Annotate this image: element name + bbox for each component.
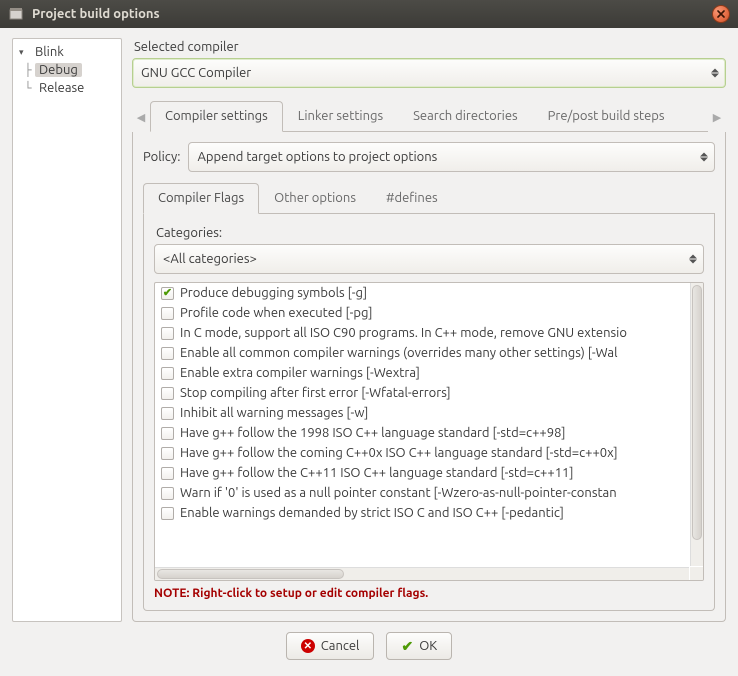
flag-row[interactable]: Stop compiling after first error [-Wfata…	[155, 383, 689, 403]
vertical-scrollbar[interactable]	[690, 283, 703, 566]
sub-tab[interactable]: Other options	[259, 183, 371, 214]
flag-checkbox[interactable]	[161, 287, 174, 300]
horizontal-scrollbar[interactable]	[155, 567, 689, 580]
flag-label: Stop compiling after first error [-Wfata…	[180, 386, 451, 400]
flag-row[interactable]: Have g++ follow the 1998 ISO C++ languag…	[155, 423, 689, 443]
flag-label: Enable all common compiler warnings (ove…	[180, 346, 618, 360]
flag-row[interactable]: Inhibit all warning messages [-w]	[155, 403, 689, 423]
flag-checkbox[interactable]	[161, 487, 174, 500]
flag-checkbox[interactable]	[161, 507, 174, 520]
categories-select[interactable]: <All categories>	[154, 244, 704, 274]
flag-label: Warn if '0' is used as a null pointer co…	[180, 486, 617, 500]
titlebar: Project build options	[0, 0, 738, 28]
flag-row[interactable]: Have g++ follow the coming C++0x ISO C++…	[155, 443, 689, 463]
flag-row[interactable]: Produce debugging symbols [-g]	[155, 283, 689, 303]
flag-checkbox[interactable]	[161, 447, 174, 460]
flag-label: Have g++ follow the 1998 ISO C++ languag…	[180, 426, 566, 440]
spinner-icon	[711, 69, 719, 78]
main-tab[interactable]: Search directories	[398, 101, 533, 132]
target-tree[interactable]: ▾ Blink ├Debug└Release	[12, 38, 122, 622]
app-icon	[8, 6, 24, 22]
cancel-icon: ✕	[301, 639, 315, 653]
ok-icon: ✔	[401, 638, 413, 655]
close-button[interactable]	[712, 5, 730, 23]
compiler-value: GNU GCC Compiler	[141, 66, 251, 80]
sub-tab[interactable]: #defines	[371, 183, 453, 214]
close-icon	[717, 10, 725, 18]
tree-label: Release	[35, 81, 88, 95]
tree-item-child[interactable]: └Release	[17, 79, 121, 97]
spinner-icon	[689, 255, 697, 264]
tree-item-child[interactable]: ├Debug	[17, 61, 121, 79]
flag-checkbox[interactable]	[161, 427, 174, 440]
flag-row[interactable]: Warn if '0' is used as a null pointer co…	[155, 483, 689, 503]
flag-row[interactable]: Enable all common compiler warnings (ove…	[155, 343, 689, 363]
main-tab[interactable]: Linker settings	[283, 101, 398, 132]
main-tab[interactable]: Pre/post build steps	[533, 101, 680, 132]
ok-label: OK	[419, 639, 437, 653]
collapse-icon[interactable]: ▾	[19, 47, 29, 58]
flags-list: Produce debugging symbols [-g] Profile co…	[154, 282, 704, 581]
window-title: Project build options	[32, 7, 704, 21]
policy-select[interactable]: Append target options to project options	[188, 142, 715, 172]
main-tab[interactable]: Compiler settings	[150, 101, 283, 132]
flag-label: Have g++ follow the C++11 ISO C++ langua…	[180, 466, 574, 480]
flag-label: Profile code when executed [-pg]	[180, 306, 373, 320]
sub-tab[interactable]: Compiler Flags	[143, 183, 259, 214]
flag-row[interactable]: Enable warnings demanded by strict ISO C…	[155, 503, 689, 523]
tree-label: Debug	[35, 63, 82, 77]
ok-button[interactable]: ✔ OK	[386, 632, 452, 660]
flag-label: Inhibit all warning messages [-w]	[180, 406, 368, 420]
flag-checkbox[interactable]	[161, 327, 174, 340]
flag-label: Have g++ follow the coming C++0x ISO C++…	[180, 446, 618, 460]
tab-scroll-right[interactable]: ▶	[708, 102, 726, 132]
flag-row[interactable]: In C mode, support all ISO C90 programs.…	[155, 323, 689, 343]
tree-label: Blink	[31, 45, 68, 59]
flag-checkbox[interactable]	[161, 347, 174, 360]
flag-label: In C mode, support all ISO C90 programs.…	[180, 326, 627, 340]
flags-note: NOTE: Right-click to setup or edit compi…	[154, 587, 704, 600]
flag-checkbox[interactable]	[161, 407, 174, 420]
flag-label: Enable warnings demanded by strict ISO C…	[180, 506, 564, 520]
policy-value: Append target options to project options	[197, 150, 437, 164]
flag-checkbox[interactable]	[161, 467, 174, 480]
cancel-label: Cancel	[321, 639, 360, 653]
flag-checkbox[interactable]	[161, 387, 174, 400]
categories-value: <All categories>	[163, 252, 257, 266]
tree-branch-icon: └	[23, 81, 33, 95]
flag-row[interactable]: Enable extra compiler warnings [-Wextra]	[155, 363, 689, 383]
tree-item-root[interactable]: ▾ Blink	[13, 43, 121, 61]
cancel-button[interactable]: ✕ Cancel	[286, 632, 375, 660]
policy-label: Policy:	[143, 150, 180, 164]
flag-label: Produce debugging symbols [-g]	[180, 286, 367, 300]
flag-checkbox[interactable]	[161, 307, 174, 320]
compiler-select[interactable]: GNU GCC Compiler	[132, 58, 726, 88]
tab-scroll-left[interactable]: ◀	[132, 102, 150, 132]
flag-checkbox[interactable]	[161, 367, 174, 380]
selected-compiler-label: Selected compiler	[134, 40, 726, 54]
categories-label: Categories:	[156, 226, 704, 240]
spinner-icon	[700, 153, 708, 162]
flag-label: Enable extra compiler warnings [-Wextra]	[180, 366, 420, 380]
flag-row[interactable]: Have g++ follow the C++11 ISO C++ langua…	[155, 463, 689, 483]
flag-row[interactable]: Profile code when executed [-pg]	[155, 303, 689, 323]
tree-branch-icon: ├	[23, 63, 33, 77]
